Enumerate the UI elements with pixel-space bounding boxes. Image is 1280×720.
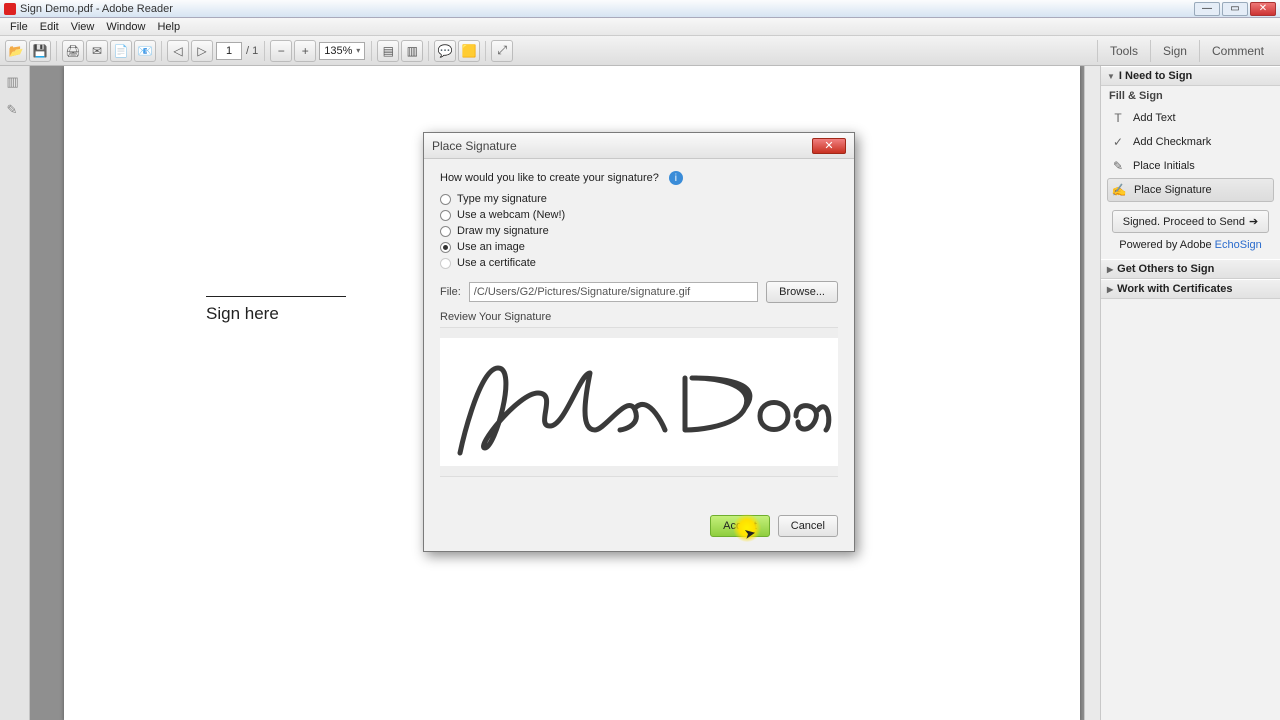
sidebar-item-add-checkmark[interactable]: ✓Add Checkmark: [1101, 130, 1280, 154]
sidebar-item-place-signature[interactable]: ✍Place Signature: [1107, 178, 1274, 202]
signature-preview: [440, 338, 838, 466]
tab-comment[interactable]: Comment: [1199, 40, 1276, 62]
signature-icon: ✍: [1112, 183, 1126, 197]
cursor-icon: ➤: [743, 524, 758, 543]
radio-use-certificate: Use a certificate: [440, 255, 838, 271]
dialog-title: Place Signature: [432, 139, 517, 153]
radio-use-webcam[interactable]: Use a webcam (New!): [440, 207, 838, 223]
convert-icon[interactable]: 📄: [110, 40, 132, 62]
sign-here-label: Sign here: [206, 304, 279, 324]
sidebar-item-place-initials[interactable]: ✎Place Initials: [1101, 154, 1280, 178]
signature-preview-frame: [440, 327, 838, 477]
place-signature-dialog: Place Signature ✕ How would you like to …: [423, 132, 855, 552]
save-icon[interactable]: 💾: [29, 40, 51, 62]
tab-tools[interactable]: Tools: [1097, 40, 1150, 62]
left-nav: ▥ ✎: [0, 66, 30, 720]
read-mode-icon[interactable]: ⤢: [491, 40, 513, 62]
vertical-scrollbar[interactable]: [1084, 66, 1100, 720]
toolbar: 📂 💾 🖨 ✉ 📄 📧 ◁ ▷ / 1 − + 135%▾ ▤ ▥ 💬 🟨 ⤢ …: [0, 36, 1280, 66]
initials-icon: ✎: [1111, 159, 1125, 173]
divider: [485, 41, 486, 61]
window-close-button[interactable]: ✕: [1250, 2, 1276, 16]
fit-page-icon[interactable]: ▤: [377, 40, 399, 62]
mail-icon[interactable]: 📧: [134, 40, 156, 62]
prev-page-icon[interactable]: ◁: [167, 40, 189, 62]
radio-type-signature[interactable]: Type my signature: [440, 191, 838, 207]
radio-use-image[interactable]: Use an image: [440, 239, 838, 255]
text-icon: T: [1111, 111, 1125, 125]
thumbnails-icon[interactable]: ▥: [7, 74, 23, 90]
file-path-input[interactable]: [469, 282, 758, 302]
print-icon[interactable]: 🖨: [62, 40, 84, 62]
section-certificates[interactable]: ▶Work with Certificates: [1101, 279, 1280, 299]
divider: [56, 41, 57, 61]
echosign-link[interactable]: EchoSign: [1215, 239, 1262, 251]
tab-sign[interactable]: Sign: [1150, 40, 1199, 62]
section-need-to-sign[interactable]: ▼I Need to Sign: [1101, 66, 1280, 86]
info-icon[interactable]: i: [669, 171, 683, 185]
accept-button[interactable]: Accept ➤: [710, 515, 770, 537]
checkmark-icon: ✓: [1111, 135, 1125, 149]
zoom-out-icon[interactable]: −: [270, 40, 292, 62]
section-get-others[interactable]: ▶Get Others to Sign: [1101, 259, 1280, 279]
powered-by-label: Powered by Adobe EchoSign: [1101, 237, 1280, 259]
next-page-icon[interactable]: ▷: [191, 40, 213, 62]
arrow-right-icon: ➔: [1249, 215, 1258, 228]
comment-icon[interactable]: 💬: [434, 40, 456, 62]
attachments-icon[interactable]: ✎: [7, 102, 23, 118]
window-minimize-button[interactable]: —: [1194, 2, 1220, 16]
proceed-to-send-button[interactable]: Signed. Proceed to Send➔: [1112, 210, 1270, 233]
dialog-titlebar[interactable]: Place Signature ✕: [424, 133, 854, 159]
page-total-label: / 1: [246, 45, 258, 57]
cancel-button[interactable]: Cancel: [778, 515, 838, 537]
browse-button[interactable]: Browse...: [766, 281, 838, 303]
menu-bar: File Edit View Window Help: [0, 18, 1280, 36]
zoom-select[interactable]: 135%▾: [319, 42, 365, 60]
menu-view[interactable]: View: [65, 20, 101, 34]
zoom-in-icon[interactable]: +: [294, 40, 316, 62]
divider: [161, 41, 162, 61]
highlight-icon[interactable]: 🟨: [458, 40, 480, 62]
fit-width-icon[interactable]: ▥: [401, 40, 423, 62]
dialog-question: How would you like to create your signat…: [440, 172, 659, 184]
divider: [428, 41, 429, 61]
open-icon[interactable]: 📂: [5, 40, 27, 62]
menu-help[interactable]: Help: [151, 20, 186, 34]
fill-sign-label: Fill & Sign: [1101, 86, 1280, 106]
file-label: File:: [440, 286, 461, 298]
radio-draw-signature[interactable]: Draw my signature: [440, 223, 838, 239]
review-label: Review Your Signature: [440, 311, 838, 323]
sign-panel: ▼I Need to Sign Fill & Sign TAdd Text ✓A…: [1100, 66, 1280, 720]
divider: [264, 41, 265, 61]
window-titlebar: Sign Demo.pdf - Adobe Reader — ▭ ✕: [0, 0, 1280, 18]
menu-edit[interactable]: Edit: [34, 20, 65, 34]
pdf-icon: [4, 3, 16, 15]
window-maximize-button[interactable]: ▭: [1222, 2, 1248, 16]
email-icon[interactable]: ✉: [86, 40, 108, 62]
menu-file[interactable]: File: [4, 20, 34, 34]
menu-window[interactable]: Window: [100, 20, 151, 34]
signature-line: [206, 296, 346, 297]
dialog-close-button[interactable]: ✕: [812, 138, 846, 154]
divider: [371, 41, 372, 61]
window-title: Sign Demo.pdf - Adobe Reader: [20, 3, 173, 15]
page-number-input[interactable]: [216, 42, 242, 60]
sidebar-item-add-text[interactable]: TAdd Text: [1101, 106, 1280, 130]
